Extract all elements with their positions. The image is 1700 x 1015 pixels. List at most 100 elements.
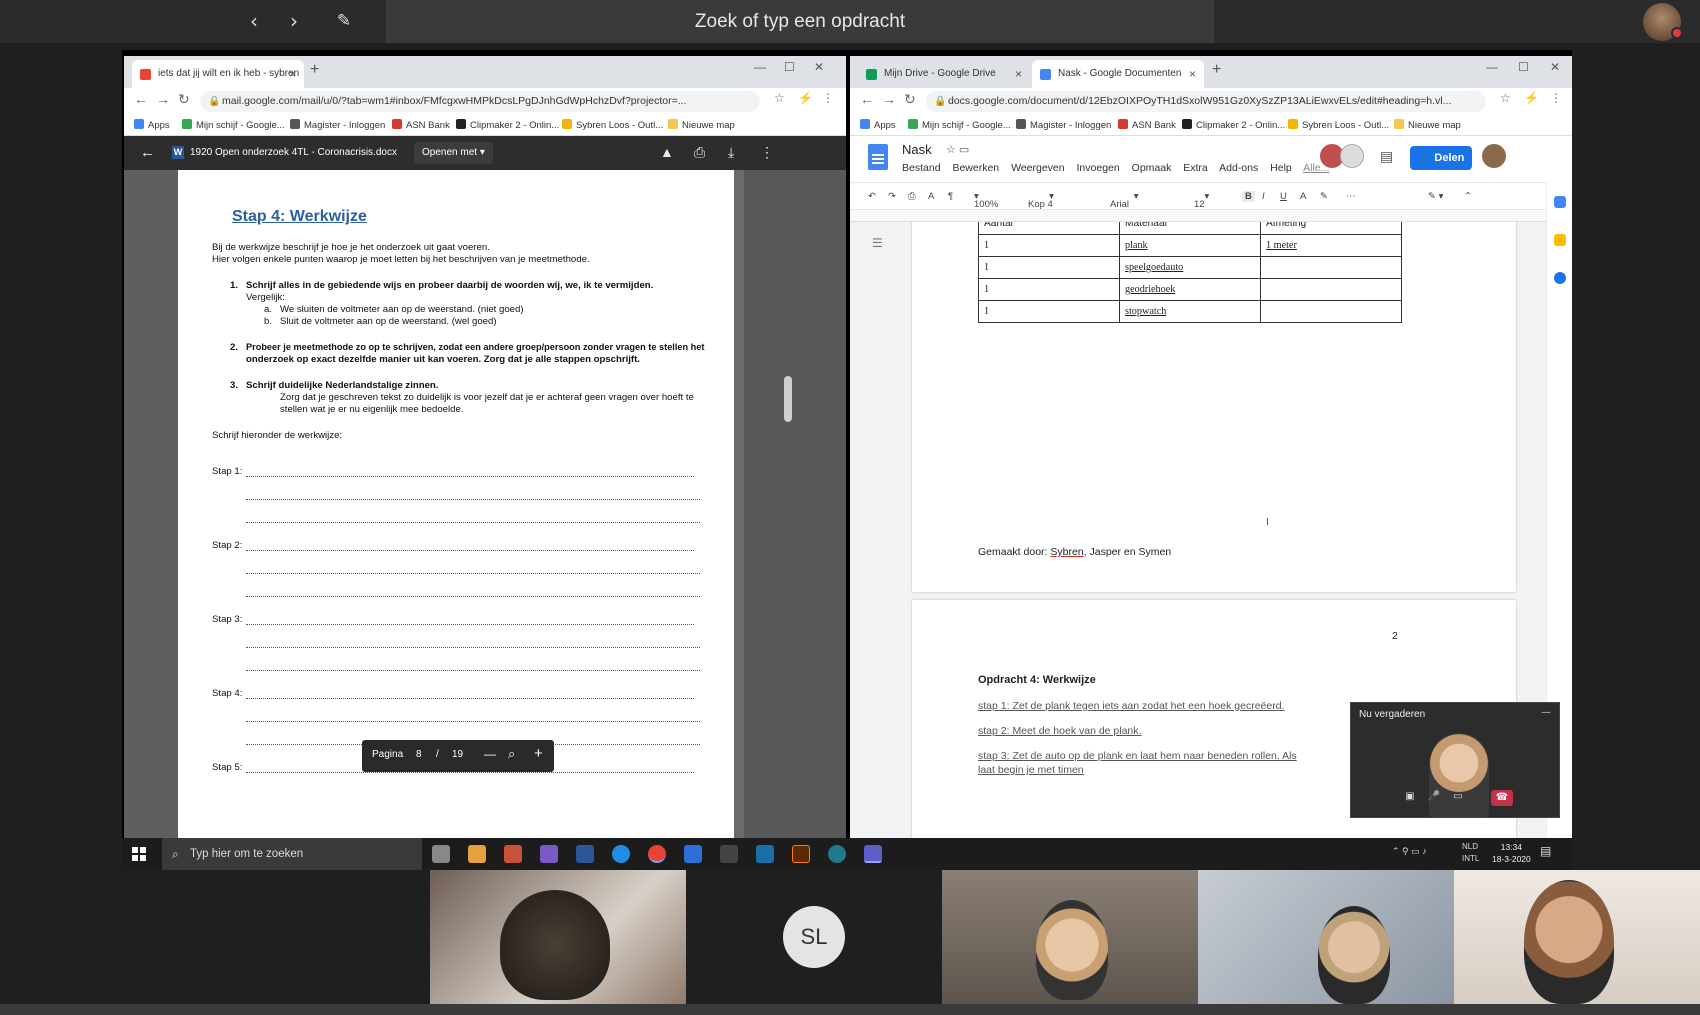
windows-start-icon[interactable] xyxy=(132,847,146,861)
materials-table[interactable]: Aantal Materiaal Afmeting 1 plank 1 mete… xyxy=(978,222,1402,323)
font-size-select[interactable]: 12 ▾ xyxy=(1194,191,1209,210)
menu-item[interactable]: Add-ons xyxy=(1219,162,1258,174)
forward-icon[interactable]: → xyxy=(882,91,896,107)
steam-icon[interactable] xyxy=(756,845,774,863)
italic-icon[interactable]: I xyxy=(1262,191,1265,202)
table-cell[interactable]: 1 xyxy=(978,278,1120,301)
table-cell[interactable] xyxy=(1260,256,1402,279)
ruler[interactable] xyxy=(850,210,1572,222)
bookmark-item[interactable]: Apps xyxy=(134,119,170,131)
highlight-icon[interactable]: ✎ xyxy=(1320,191,1328,202)
teams-search-box[interactable]: Zoek of typ een opdracht xyxy=(386,0,1214,43)
table-header[interactable]: Afmeting xyxy=(1260,222,1402,235)
tab-gmail[interactable]: iets dat jij wilt en ik heb - sybren × xyxy=(132,60,304,88)
bookmark-item[interactable]: Apps xyxy=(860,119,896,131)
collaborator-avatar[interactable] xyxy=(1340,144,1364,168)
minimize-icon[interactable]: — xyxy=(754,60,766,74)
zoom-in-icon[interactable]: + xyxy=(534,745,543,762)
drive-add-icon[interactable]: ▲ xyxy=(660,144,674,160)
bookmark-item[interactable]: Nieuwe map xyxy=(1394,119,1461,131)
illustrator-icon[interactable] xyxy=(792,845,810,863)
table-header[interactable]: Aantal xyxy=(978,222,1120,235)
share-screen-icon[interactable]: ▭ xyxy=(1449,791,1467,805)
bookmark-item[interactable]: Clipmaker 2 - Onlin... xyxy=(1182,119,1285,131)
reload-icon[interactable]: ↻ xyxy=(904,91,916,108)
outline-icon[interactable]: ☰ xyxy=(872,236,883,250)
edge-icon[interactable] xyxy=(612,845,630,863)
compose-icon[interactable]: ✎ xyxy=(331,8,357,34)
step-line[interactable]: stap 1: Zet de plank tegen iets aan zoda… xyxy=(978,700,1284,712)
bookmark-item[interactable]: Nieuwe map xyxy=(668,119,735,131)
forward-icon[interactable]: → xyxy=(156,91,170,107)
bookmark-item[interactable]: Mijn schijf - Google... xyxy=(182,119,285,131)
maximize-icon[interactable]: ☐ xyxy=(784,60,795,74)
photos-icon[interactable] xyxy=(540,845,558,863)
bookmark-star-icon[interactable]: ☆ xyxy=(774,91,785,105)
table-cell[interactable]: geodriehoek xyxy=(1119,278,1261,301)
zoom-select[interactable]: 100% ▾ xyxy=(974,191,998,210)
notifications-icon[interactable]: ▤ xyxy=(1540,844,1551,858)
comments-icon[interactable]: ▤ xyxy=(1380,148,1393,165)
user-avatar[interactable] xyxy=(1643,3,1683,41)
participant-video[interactable] xyxy=(1454,870,1700,1004)
participant-avatar[interactable]: SL xyxy=(783,906,845,968)
share-button[interactable]: 👤 Delen xyxy=(1410,146,1472,170)
close-icon[interactable]: × xyxy=(1189,60,1196,88)
system-clock[interactable]: 13:34 18-3-2020 xyxy=(1492,841,1531,865)
address-bar[interactable]: 🔒 mail.google.com/mail/u/0/?tab=wm1#inbo… xyxy=(200,91,760,112)
new-tab-icon[interactable]: + xyxy=(1212,61,1221,79)
bookmark-star-icon[interactable]: ☆ xyxy=(1500,91,1511,105)
new-tab-icon[interactable]: + xyxy=(310,61,319,79)
back-icon[interactable]: ← xyxy=(860,91,874,107)
style-select[interactable]: Kop 4 ▾ xyxy=(1028,191,1054,210)
back-icon[interactable]: ← xyxy=(134,91,148,107)
zoom-out-icon[interactable]: — xyxy=(484,747,496,761)
bookmark-item[interactable]: Sybren Loos - Outl... xyxy=(1288,119,1389,131)
menu-item[interactable]: Bestand xyxy=(902,162,941,174)
step-line[interactable]: stap 2: Meet de hoek van de plank. xyxy=(978,725,1141,737)
word-icon[interactable] xyxy=(576,845,594,863)
participant-video[interactable] xyxy=(1198,870,1454,1004)
page-current[interactable]: 8 xyxy=(416,749,422,760)
keep-icon[interactable] xyxy=(1554,234,1566,246)
tasks-icon[interactable] xyxy=(1554,272,1566,284)
taskbar-search[interactable]: ⌕ Typ hier om te zoeken xyxy=(162,838,422,870)
table-cell[interactable]: stopwatch xyxy=(1119,300,1261,323)
print-icon[interactable]: ⎙ xyxy=(694,144,705,161)
forward-arrow-icon[interactable]: › xyxy=(281,8,307,34)
underline-icon[interactable]: U xyxy=(1280,191,1287,202)
table-cell[interactable] xyxy=(1260,300,1402,323)
maximize-icon[interactable]: ☐ xyxy=(1518,60,1529,74)
menu-item[interactable]: Invoegen xyxy=(1077,162,1120,174)
bookmark-item[interactable]: Mijn schijf - Google... xyxy=(908,119,1011,131)
assignment-heading[interactable]: Opdracht 4: Werkwijze xyxy=(978,674,1096,686)
editing-mode-icon[interactable]: ✎ ▾ xyxy=(1428,191,1443,202)
more-options-icon[interactable]: ⋮ xyxy=(760,144,774,161)
menu-item[interactable]: Extra xyxy=(1183,162,1208,174)
bookmark-item[interactable]: Clipmaker 2 - Onlin... xyxy=(456,119,559,131)
table-cell[interactable]: 1 xyxy=(978,300,1120,323)
paint-format-icon[interactable]: ¶ xyxy=(948,191,953,202)
tab-docs[interactable]: Nask - Google Documenten × xyxy=(1032,60,1204,88)
camera-icon[interactable]: ▣ xyxy=(1401,791,1419,805)
document-title[interactable]: Nask xyxy=(902,142,932,157)
table-cell[interactable]: speelgoedauto xyxy=(1119,256,1261,279)
app-icon[interactable] xyxy=(684,845,702,863)
tray-icons[interactable]: ⌃ ⚲ ▭ ♪ xyxy=(1392,846,1427,857)
bookmark-item[interactable]: Sybren Loos - Outl... xyxy=(562,119,663,131)
step-line[interactable]: laat begin je met timen xyxy=(978,764,1084,776)
mini-meeting-window[interactable]: Nu vergaderen — ▣ 🎤 ▭ ☎ xyxy=(1350,702,1560,818)
step-line[interactable]: stap 3: Zet de auto op de plank en laat … xyxy=(978,750,1297,762)
close-icon[interactable]: × xyxy=(1015,60,1022,88)
close-icon[interactable]: × xyxy=(289,60,296,88)
back-arrow-icon[interactable]: ‹ xyxy=(241,8,267,34)
address-bar[interactable]: 🔒 docs.google.com/document/d/12EbzOIXPOy… xyxy=(926,91,1486,112)
redo-icon[interactable]: ↷ xyxy=(888,191,896,202)
task-view-icon[interactable] xyxy=(432,845,450,863)
menu-item[interactable]: Weergeven xyxy=(1011,162,1065,174)
hang-up-button[interactable]: ☎ xyxy=(1491,790,1513,806)
table-cell[interactable]: 1 xyxy=(978,256,1120,279)
extension-icon[interactable]: ⚡ xyxy=(798,91,813,105)
app-icon[interactable] xyxy=(828,845,846,863)
table-header[interactable]: Materiaal xyxy=(1119,222,1261,235)
